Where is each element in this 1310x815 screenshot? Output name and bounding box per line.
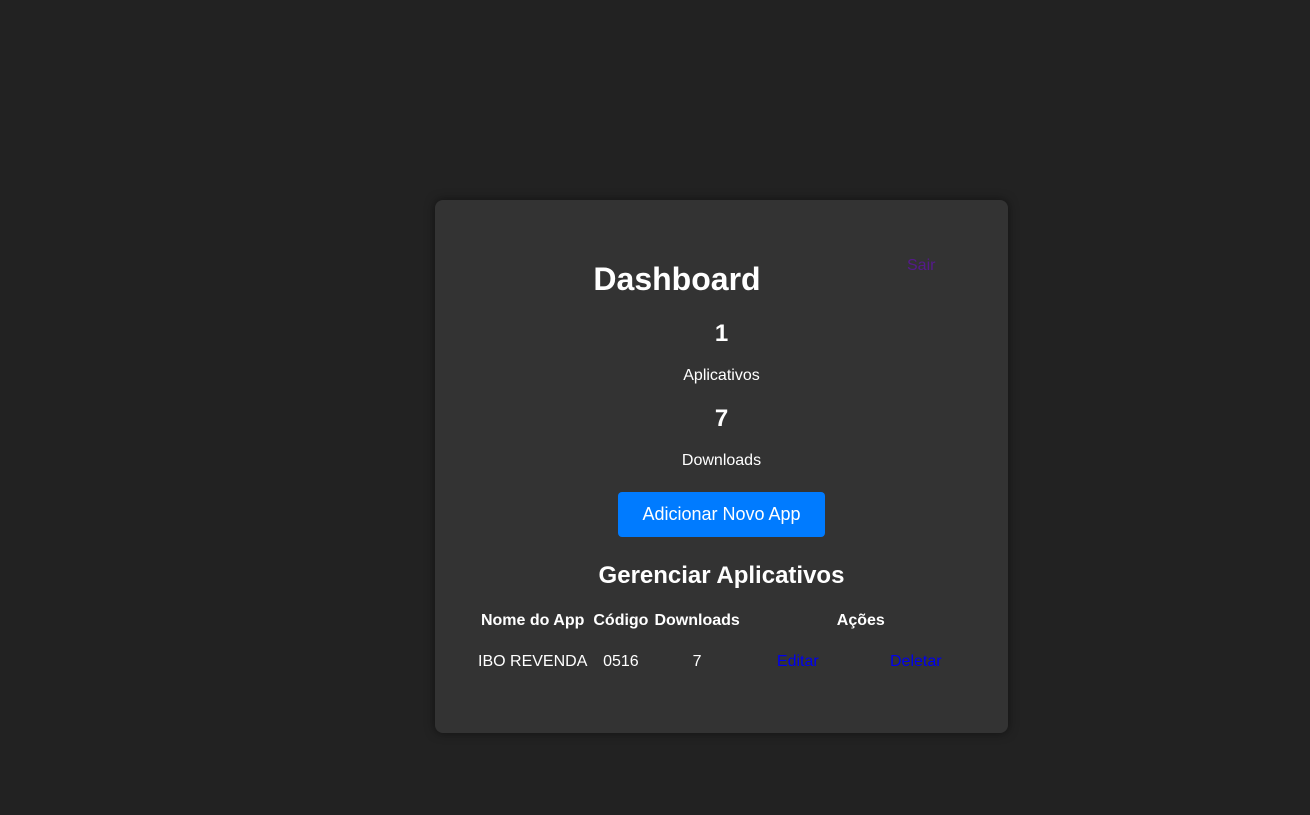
header-code: Código (593, 612, 649, 629)
delete-cell: Deletar (853, 637, 979, 687)
add-new-app-button[interactable]: Adicionar Novo App (618, 492, 825, 537)
apps-count-label: Aplicativos (683, 367, 760, 384)
header-actions: Ações (836, 612, 885, 629)
table-header-row: Nome do App Código Downloads Ações (475, 605, 979, 637)
header-downloads: Downloads (654, 612, 740, 629)
header-app-name: Nome do App (480, 612, 585, 629)
apps-count: 1 (714, 320, 729, 347)
edit-link[interactable]: Editar (777, 653, 819, 670)
app-name-cell: IBO REVENDA (478, 653, 588, 670)
edit-cell: Editar (743, 637, 853, 687)
manage-apps-title: Gerenciar Aplicativos (598, 562, 845, 589)
downloads-count: 7 (714, 405, 729, 432)
logout-link[interactable]: Sair (907, 257, 935, 275)
page-title: Dashboard (593, 261, 761, 297)
app-code-cell: 0516 (603, 653, 639, 670)
delete-link[interactable]: Deletar (890, 653, 942, 670)
table-row: IBO REVENDA 0516 7 Editar Deletar (475, 637, 979, 687)
downloads-count-label: Downloads (681, 452, 762, 469)
dashboard-card: Dashboard Sair 1 Aplicativos 7 Downloads… (435, 200, 1008, 733)
app-downloads-cell: 7 (692, 653, 702, 670)
apps-table: Nome do App Código Downloads Ações IBO R… (475, 605, 979, 687)
